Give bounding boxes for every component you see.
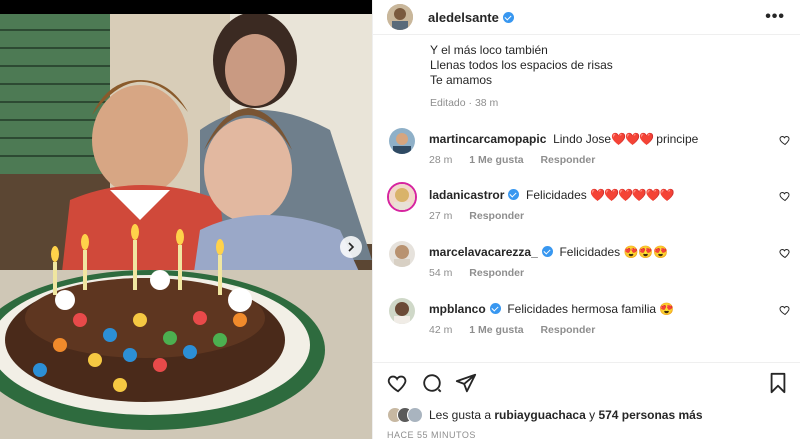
likes-count[interactable]: 574 personas más — [598, 408, 702, 422]
post-photo[interactable] — [0, 0, 372, 439]
caption-line: Y el más loco también — [430, 43, 548, 57]
heart-icon[interactable] — [779, 247, 791, 259]
heart-icon[interactable] — [779, 134, 791, 146]
author-avatar-image — [387, 4, 413, 30]
comment-meta: 42 m 1 Me gusta Responder — [429, 324, 609, 336]
post-caption: Y el más loco también Llenas todos los e… — [430, 43, 760, 111]
comment-body: Felicidades hermosa familia — [507, 302, 660, 316]
commenter-avatar[interactable] — [389, 241, 415, 267]
commenter-avatar[interactable] — [387, 182, 417, 212]
commenter-avatar-image — [389, 128, 415, 154]
comment-body-tail: principe — [652, 132, 699, 146]
commenter-avatar-image — [389, 298, 415, 324]
author-username-text[interactable]: aledelsante — [428, 10, 499, 25]
likes-text: Les gusta a rubiayguachaca y 574 persona… — [429, 408, 703, 422]
heart-icon[interactable] — [779, 190, 791, 202]
comment-time: 27 m — [429, 210, 453, 222]
photo-top-strip — [0, 0, 372, 14]
verified-icon — [489, 303, 501, 314]
verified-icon — [502, 12, 514, 23]
author-avatar[interactable] — [387, 4, 413, 30]
reply-button[interactable]: Responder — [469, 267, 524, 279]
commenter-avatar[interactable] — [389, 298, 415, 324]
reply-button[interactable]: Responder — [469, 210, 524, 222]
comment-item: ladanicastror Felicidades ❤️❤️❤️❤️❤️❤️ 2… — [387, 182, 797, 228]
heart-icon[interactable] — [387, 372, 409, 394]
share-icon[interactable] — [455, 372, 477, 394]
comment-meta: 27 m Responder — [429, 210, 538, 222]
bookmark-icon[interactable] — [767, 372, 789, 394]
chevron-right-icon — [348, 242, 355, 252]
post-side-panel: aledelsante ••• Y el más loco también Ll… — [372, 0, 800, 439]
comment-text: marcelavacarezza_ Felicidades 😍😍😍 — [429, 245, 668, 259]
comment-username[interactable]: mpblanco — [429, 302, 486, 316]
verified-icon — [508, 189, 520, 200]
comment-body: Lindo Jose — [553, 132, 612, 146]
reply-button[interactable]: Responder — [540, 154, 595, 166]
comment-icon[interactable] — [421, 372, 443, 394]
comment-item: mpblanco Felicidades hermosa familia 😍 4… — [387, 298, 797, 342]
comment-username[interactable]: martincarcamopapic — [429, 132, 546, 146]
likes-summary: Les gusta a rubiayguachaca y 574 persona… — [387, 405, 703, 425]
comment-meta: 28 m 1 Me gusta Responder — [429, 154, 609, 166]
birthday-photo-illustration — [0, 0, 372, 439]
reply-button[interactable]: Responder — [540, 324, 595, 336]
caption-meta: Editado · 38 m — [430, 97, 499, 109]
post-header: aledelsante ••• — [373, 0, 800, 35]
commenter-avatar-image — [389, 184, 415, 210]
author-username[interactable]: aledelsante — [428, 10, 514, 25]
post-actions — [387, 370, 787, 396]
caption-line: Llenas todos los espacios de risas — [430, 58, 613, 72]
likes-prefix: Les gusta a — [429, 408, 495, 422]
more-icon[interactable]: ••• — [765, 8, 785, 26]
comment-body: Felicidades — [526, 188, 591, 202]
comment-likes[interactable]: 1 Me gusta — [469, 324, 523, 336]
comment-username[interactable]: marcelavacarezza_ — [429, 245, 538, 259]
comment-emoji: ❤️❤️❤️ — [611, 132, 654, 146]
comment-username[interactable]: ladanicastror — [429, 188, 504, 202]
post-timestamp[interactable]: HACE 55 MINUTOS — [387, 430, 476, 439]
actions-divider — [373, 362, 800, 363]
comment-emoji: 😍😍😍 — [623, 245, 669, 259]
comment-time: 42 m — [429, 324, 453, 336]
likes-user[interactable]: rubiayguachaca — [494, 408, 585, 422]
verified-icon — [541, 246, 553, 257]
comment-item: marcelavacarezza_ Felicidades 😍😍😍 54 m R… — [387, 241, 797, 285]
next-photo-button[interactable] — [340, 236, 362, 258]
comment-body: Felicidades — [559, 245, 624, 259]
comment-emoji: ❤️❤️❤️❤️❤️❤️ — [590, 188, 675, 202]
comment-time: 54 m — [429, 267, 453, 279]
liker-avatar — [407, 407, 423, 423]
comment-time: 28 m — [429, 154, 453, 166]
comment-item: martincarcamopapic Lindo Jose❤️❤️❤️ prin… — [387, 128, 797, 172]
comment-likes[interactable]: 1 Me gusta — [469, 154, 523, 166]
comment-text: mpblanco Felicidades hermosa familia 😍 — [429, 302, 674, 316]
likes-middle: y — [585, 408, 599, 422]
heart-icon[interactable] — [779, 304, 791, 316]
comment-text: ladanicastror Felicidades ❤️❤️❤️❤️❤️❤️ — [429, 188, 675, 202]
comment-meta: 54 m Responder — [429, 267, 538, 279]
comment-text: martincarcamopapic Lindo Jose❤️❤️❤️ prin… — [429, 132, 698, 146]
comment-emoji: 😍 — [659, 302, 675, 316]
caption-line: Te amamos — [430, 73, 493, 87]
commenter-avatar[interactable] — [389, 128, 415, 154]
commenter-avatar-image — [389, 241, 415, 267]
